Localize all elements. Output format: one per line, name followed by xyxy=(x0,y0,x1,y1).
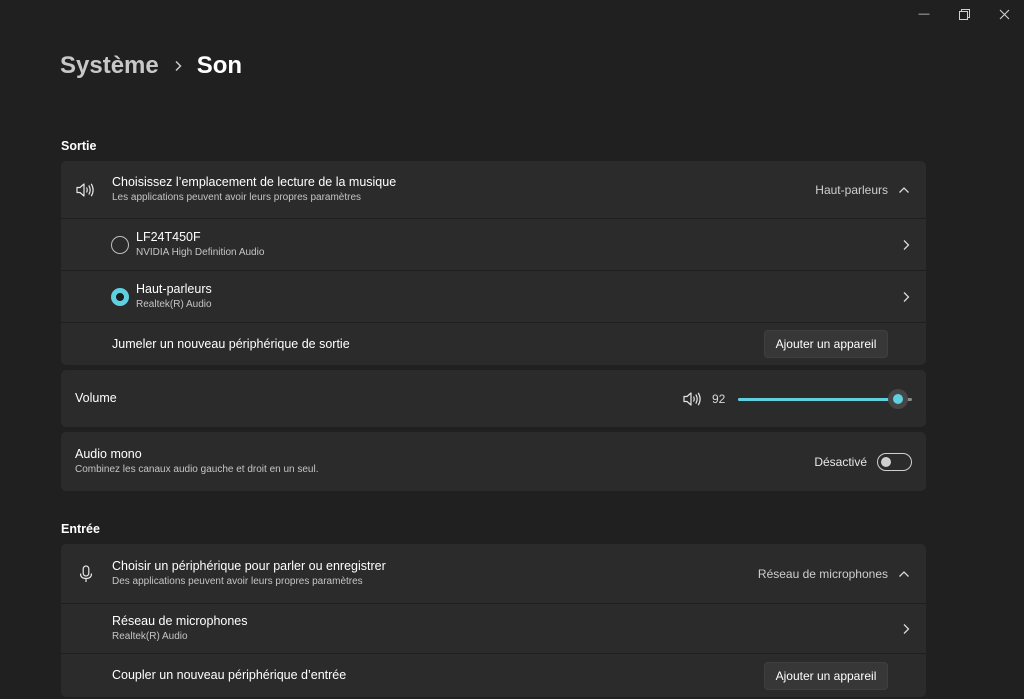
output-device-name: LF24T450F xyxy=(136,230,201,244)
output-chooser-value: Haut-parleurs xyxy=(815,182,888,197)
output-device-driver: NVIDIA High Definition Audio xyxy=(136,247,265,258)
page-title: Son xyxy=(196,52,243,79)
minimize-button[interactable]: — xyxy=(904,0,944,28)
input-pair-label: Coupler un nouveau périphérique d’entrée xyxy=(112,668,347,682)
audio-mono-toggle[interactable] xyxy=(877,452,912,471)
chevron-up-icon[interactable] xyxy=(898,570,910,578)
chevron-right-icon xyxy=(902,291,910,303)
microphone-icon xyxy=(79,544,93,603)
close-icon xyxy=(999,9,1009,19)
input-chooser-subtitle: Des applications peuvent avoir leurs pro… xyxy=(112,576,363,587)
volume-value: 92 xyxy=(712,391,726,406)
audio-mono-title: Audio mono xyxy=(75,447,142,461)
breadcrumb-parent-link[interactable]: Système xyxy=(60,52,159,80)
output-chooser-header[interactable]: Choisissez l’emplacement de lecture de l… xyxy=(61,161,926,218)
speaker-icon xyxy=(75,161,95,218)
output-pair-label: Jumeler un nouveau périphérique de sorti… xyxy=(112,336,350,351)
section-title-input: Entrée xyxy=(61,522,100,536)
chevron-right-icon xyxy=(173,60,183,72)
input-device-name: Réseau de microphones xyxy=(112,614,248,628)
window-controls: — xyxy=(904,0,1024,28)
chevron-right-icon xyxy=(902,239,910,251)
input-device-driver: Realtek(R) Audio xyxy=(112,631,188,642)
section-title-output: Sortie xyxy=(61,139,97,153)
restore-button[interactable] xyxy=(944,0,984,28)
audio-mono-state: Désactivé xyxy=(814,454,867,469)
breadcrumb: Système Son xyxy=(60,50,242,82)
close-button[interactable] xyxy=(984,0,1024,28)
output-pair-row: Jumeler un nouveau périphérique de sorti… xyxy=(61,322,926,365)
volume-label: Volume xyxy=(75,391,117,405)
output-chooser-subtitle: Les applications peuvent avoir leurs pro… xyxy=(112,192,362,203)
input-device-row[interactable]: Réseau de microphones Realtek(R) Audio xyxy=(61,603,926,653)
output-device-row[interactable]: LF24T450F NVIDIA High Definition Audio xyxy=(61,218,926,270)
volume-card: Volume 92 xyxy=(61,370,926,427)
output-chooser-title: Choisissez l’emplacement de lecture de l… xyxy=(112,175,397,189)
volume-slider[interactable] xyxy=(738,388,912,409)
restore-icon xyxy=(958,8,970,20)
input-chooser-title: Choisir un périphérique pour parler ou e… xyxy=(112,559,386,573)
output-device-driver: Realtek(R) Audio xyxy=(136,299,212,310)
speaker-icon[interactable] xyxy=(682,391,702,407)
output-device-card: Choisissez l’emplacement de lecture de l… xyxy=(61,161,926,365)
output-device-radio-selected[interactable] xyxy=(111,287,129,306)
output-device-row[interactable]: Haut-parleurs Realtek(R) Audio xyxy=(61,270,926,322)
output-device-radio[interactable] xyxy=(111,235,129,254)
input-chooser-value: Réseau de microphones xyxy=(757,566,888,581)
chevron-up-icon[interactable] xyxy=(898,186,910,194)
toggle-knob xyxy=(881,456,891,467)
input-pair-row: Coupler un nouveau périphérique d’entrée… xyxy=(61,653,926,697)
input-chooser-header[interactable]: Choisir un périphérique pour parler ou e… xyxy=(61,544,926,603)
add-output-device-button[interactable]: Ajouter un appareil xyxy=(764,330,888,358)
add-input-device-button[interactable]: Ajouter un appareil xyxy=(764,661,888,690)
audio-mono-subtitle: Combinez les canaux audio gauche et droi… xyxy=(75,464,319,475)
output-device-name: Haut-parleurs xyxy=(136,282,212,296)
chevron-right-icon xyxy=(902,623,910,635)
input-device-card: Choisir un périphérique pour parler ou e… xyxy=(61,544,926,697)
volume-slider-fill xyxy=(738,397,899,401)
volume-slider-thumb[interactable] xyxy=(888,388,909,409)
audio-mono-card: Audio mono Combinez les canaux audio gau… xyxy=(61,432,926,491)
minimize-icon: — xyxy=(918,8,930,20)
